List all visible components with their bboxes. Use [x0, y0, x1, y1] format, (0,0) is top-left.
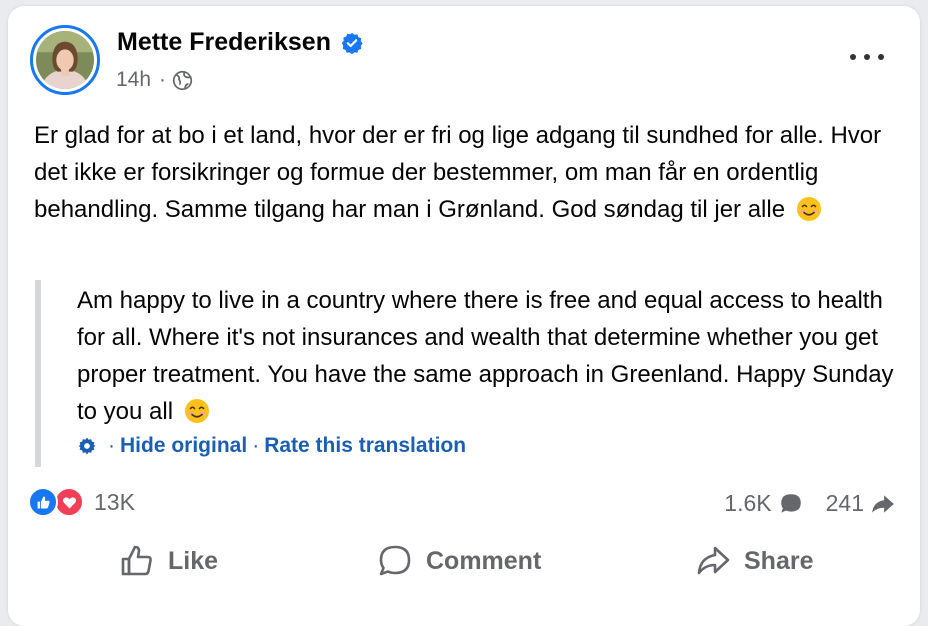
thumbs-up-icon	[121, 545, 152, 576]
rate-translation-link[interactable]: Rate this translation	[264, 434, 466, 458]
comment-count[interactable]: 1.6K	[724, 490, 771, 517]
reactions-summary[interactable]: 13K	[28, 487, 135, 517]
comment-button[interactable]: Comment	[376, 542, 541, 580]
smiling-face-icon	[184, 398, 210, 424]
avatar-photo	[36, 31, 94, 89]
translation-block: Am happy to live in a country where ther…	[35, 280, 911, 467]
engagement-stats: 1.6K 241	[724, 490, 896, 517]
author-name[interactable]: Mette Frederiksen	[117, 28, 331, 57]
comment-bubble-icon	[778, 491, 804, 517]
verified-badge-icon	[341, 32, 363, 54]
share-arrow-icon	[870, 491, 896, 517]
globe-icon	[172, 70, 193, 91]
translation-links: · Hide original · Rate this translation	[77, 434, 466, 458]
avatar[interactable]	[30, 25, 100, 95]
link-separator: ·	[108, 434, 115, 457]
like-reaction-icon	[28, 487, 58, 517]
smiling-face-icon	[796, 196, 822, 222]
share-label: Share	[744, 546, 814, 575]
hide-original-link[interactable]: Hide original	[120, 434, 247, 458]
meta-separator: ·	[159, 68, 167, 91]
post-text-original: Er glad for at bo i et land, hvor der er…	[34, 122, 882, 223]
like-button[interactable]: Like	[118, 542, 218, 580]
share-icon	[697, 546, 730, 575]
gear-icon[interactable]	[77, 436, 97, 456]
translation-body: Am happy to live in a country where ther…	[77, 282, 907, 430]
link-separator: ·	[252, 434, 260, 457]
post-meta: 14h ·	[116, 68, 193, 92]
share-button[interactable]: Share	[694, 542, 813, 580]
post-body: Er glad for at bo i et land, hvor der er…	[34, 117, 904, 228]
post-card: Mette Frederiksen 14h · Er glad for at b…	[8, 6, 920, 626]
comment-icon	[379, 545, 411, 576]
action-bar: Like Comment Share	[8, 542, 920, 598]
reaction-count: 13K	[94, 488, 135, 515]
comment-label: Comment	[426, 546, 542, 575]
like-label: Like	[168, 546, 219, 575]
share-count[interactable]: 241	[826, 490, 864, 517]
more-options-icon[interactable]	[850, 46, 884, 68]
love-reaction-icon	[54, 487, 84, 517]
post-timestamp[interactable]: 14h	[116, 68, 151, 92]
author-name-row: Mette Frederiksen	[117, 28, 363, 57]
